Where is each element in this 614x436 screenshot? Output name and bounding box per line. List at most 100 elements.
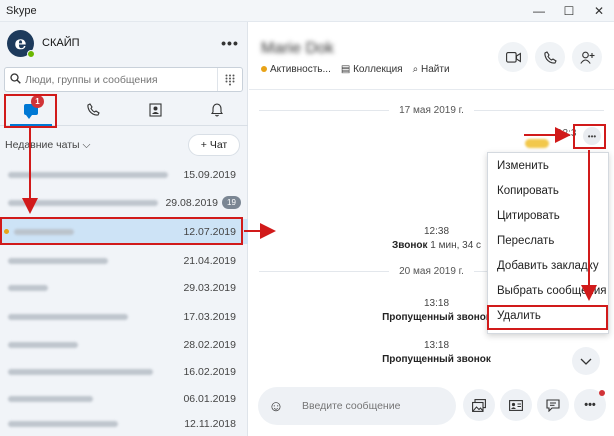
phone-icon bbox=[86, 103, 100, 116]
recent-chats-bar: Недавние чаты ⌵ + Чат bbox=[0, 132, 248, 158]
contacts-icon bbox=[148, 102, 162, 117]
title-bar: Skype — ☐ ✕ bbox=[0, 0, 614, 22]
conversation-date: 15.09.2019 bbox=[183, 168, 236, 181]
video-call-button[interactable] bbox=[498, 42, 528, 72]
bell-icon bbox=[211, 102, 223, 116]
video-icon bbox=[505, 51, 521, 63]
add-people-button[interactable] bbox=[572, 42, 602, 72]
highlight-delete-item bbox=[487, 305, 608, 330]
contact-card-icon bbox=[509, 399, 523, 411]
menu-item-select[interactable]: Выбрать сообщения bbox=[488, 278, 608, 303]
blurred-name bbox=[8, 341, 78, 348]
message-input[interactable] bbox=[302, 400, 456, 412]
menu-item-copy[interactable]: Копировать bbox=[488, 178, 608, 203]
conversation-date: 16.02.2019 bbox=[183, 365, 236, 378]
call-duration: 1 мин, 34 с bbox=[427, 240, 482, 251]
gallery-link[interactable]: ▤ Коллекция bbox=[341, 64, 403, 75]
highlight-selected-conversation bbox=[0, 217, 243, 245]
conversation-item[interactable]: 28.02.2019 bbox=[0, 332, 248, 357]
tab-notifications[interactable] bbox=[186, 94, 248, 125]
message-composer: ☺ bbox=[258, 387, 456, 425]
conversation-item[interactable]: 29.08.2019 19 bbox=[0, 190, 248, 215]
dialpad-icon[interactable] bbox=[217, 68, 242, 91]
profile-name[interactable]: СКАЙП bbox=[42, 37, 212, 49]
blurred-name bbox=[8, 313, 128, 320]
presence-icon bbox=[27, 49, 35, 58]
chat-options-button[interactable] bbox=[537, 389, 569, 421]
app-title: Skype bbox=[6, 4, 37, 17]
status-dot-icon bbox=[261, 66, 267, 72]
chat-title[interactable]: Marie Dok bbox=[261, 40, 334, 58]
recent-chats-dropdown[interactable]: Недавние чаты ⌵ bbox=[5, 139, 188, 152]
conversation-date: 29.03.2019 bbox=[183, 281, 236, 294]
conversation-item[interactable]: 29.03.2019 bbox=[0, 275, 248, 300]
unread-count-badge: 19 bbox=[222, 196, 241, 209]
conversation-item[interactable]: 16.02.2019 bbox=[0, 359, 248, 384]
search-box[interactable] bbox=[4, 67, 243, 92]
missed-call-label: Пропущенный звонок bbox=[382, 312, 491, 323]
more-button[interactable]: ••• bbox=[574, 389, 606, 421]
search-icon bbox=[5, 72, 25, 87]
add-person-icon bbox=[579, 51, 594, 64]
conversation-item[interactable]: 21.04.2019 bbox=[0, 248, 248, 273]
search-input[interactable] bbox=[25, 73, 217, 86]
chevron-down-icon bbox=[580, 358, 592, 365]
profile-bar: e СКАЙП ••• bbox=[0, 22, 248, 64]
blurred-name bbox=[8, 395, 93, 402]
tab-calls[interactable] bbox=[62, 94, 124, 125]
conversation-item[interactable]: 12.11.2018 bbox=[0, 411, 248, 436]
conversation-date: 12.11.2018 bbox=[184, 417, 236, 430]
highlight-more-button bbox=[573, 124, 606, 149]
tab-contacts[interactable] bbox=[124, 94, 186, 125]
conversation-date: 17.03.2019 bbox=[183, 310, 236, 323]
notification-dot bbox=[599, 390, 605, 396]
highlight-chats-tab bbox=[4, 94, 57, 128]
conversation-date: 06.01.2019 bbox=[183, 392, 236, 405]
conversation-item[interactable]: 17.03.2019 bbox=[0, 304, 248, 329]
audio-call-button[interactable] bbox=[535, 42, 565, 72]
missed-call-event: 13:18 Пропущенный звонок bbox=[349, 340, 524, 365]
find-link[interactable]: ⌕ Найти bbox=[413, 64, 450, 75]
blurred-name bbox=[8, 284, 48, 291]
call-label: Звонок bbox=[391, 240, 428, 251]
find-label: Найти bbox=[421, 64, 450, 75]
more-options-button[interactable]: ••• bbox=[212, 35, 248, 51]
avatar[interactable]: e bbox=[7, 29, 35, 58]
maximize-button[interactable]: ☐ bbox=[554, 0, 584, 22]
close-button[interactable]: ✕ bbox=[584, 0, 614, 22]
conversation-date: 28.02.2019 bbox=[183, 338, 236, 351]
phone-icon bbox=[543, 50, 557, 64]
more-icon: ••• bbox=[584, 399, 596, 411]
gallery-button[interactable] bbox=[463, 389, 495, 421]
blurred-message bbox=[525, 139, 549, 148]
scroll-down-button[interactable] bbox=[572, 347, 600, 375]
minimize-button[interactable]: — bbox=[524, 0, 554, 22]
blurred-name bbox=[8, 171, 168, 178]
menu-item-edit[interactable]: Изменить bbox=[488, 153, 608, 178]
conversation-item[interactable]: 06.01.2019 bbox=[0, 386, 248, 411]
activity-label: Активность... bbox=[270, 64, 331, 75]
menu-item-quote[interactable]: Цитировать bbox=[488, 203, 608, 228]
search-icon: ⌕ bbox=[412, 64, 421, 75]
conversation-item[interactable]: 15.09.2019 bbox=[0, 162, 248, 187]
gallery-icon bbox=[472, 398, 486, 412]
chat-bubble-icon bbox=[546, 398, 560, 412]
blurred-name bbox=[8, 420, 118, 427]
date-separator: 17 мая 2019 г. bbox=[249, 102, 614, 118]
contact-card-button[interactable] bbox=[500, 389, 532, 421]
emoji-icon[interactable]: ☺ bbox=[258, 398, 294, 415]
conversation-date: 21.04.2019 bbox=[183, 254, 236, 267]
gallery-label: Коллекция bbox=[353, 64, 403, 75]
blurred-name bbox=[8, 199, 158, 206]
chat-header: Marie Dok Активность... ▤ Коллекция ⌕ На… bbox=[249, 22, 614, 90]
chat-header-links: Активность... ▤ Коллекция ⌕ Найти bbox=[261, 64, 450, 75]
avatar-letter: e bbox=[14, 32, 27, 54]
new-chat-button[interactable]: + Чат bbox=[188, 134, 240, 156]
blurred-name bbox=[8, 257, 108, 264]
menu-item-bookmark[interactable]: Добавить закладку bbox=[488, 253, 608, 278]
activity-status[interactable]: Активность... bbox=[261, 64, 331, 75]
missed-call-label: Пропущенный звонок bbox=[382, 354, 491, 365]
gallery-icon: ▤ bbox=[340, 64, 354, 75]
conversation-date: 29.08.2019 bbox=[165, 196, 218, 209]
menu-item-forward[interactable]: Переслать bbox=[488, 228, 608, 253]
